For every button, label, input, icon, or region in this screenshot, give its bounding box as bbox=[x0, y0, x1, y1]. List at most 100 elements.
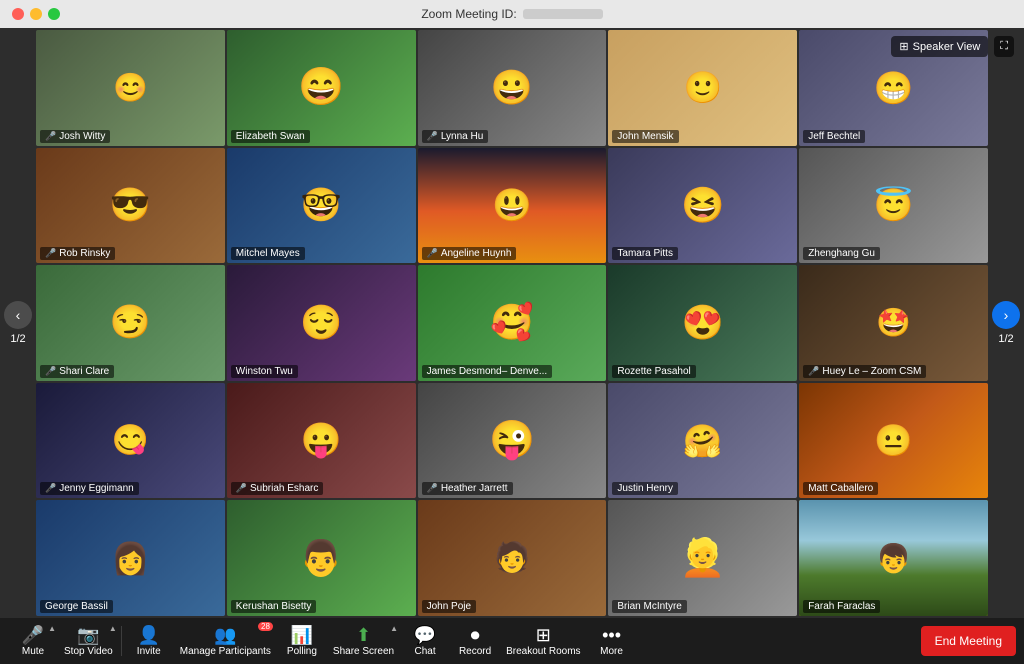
participant-cell[interactable]: 👨Kerushan Bisetty bbox=[227, 500, 416, 616]
participant-cell[interactable]: 😊🎤Josh Witty bbox=[36, 30, 225, 146]
breakout-icon: ⊞ bbox=[536, 626, 551, 644]
video-area: ⊞ Speaker View ⛶ ‹ 1/2 › 1/2 😊🎤Josh Witt… bbox=[0, 28, 1024, 618]
meeting-title: Zoom Meeting ID: bbox=[421, 7, 516, 21]
participant-cell[interactable]: 😜🎤Heather Jarrett bbox=[418, 383, 607, 499]
participant-cell[interactable]: 😌Winston Twu bbox=[227, 265, 416, 381]
record-button[interactable]: ⏺ Record bbox=[450, 622, 500, 661]
top-controls: ⊞ Speaker View ⛶ bbox=[891, 36, 1014, 57]
participant-name: Justin Henry bbox=[612, 482, 678, 495]
speaker-view-icon: ⊞ bbox=[899, 40, 908, 53]
stop-video-button[interactable]: ▲ 📷 Stop Video bbox=[58, 622, 119, 661]
more-label: More bbox=[600, 646, 623, 657]
end-meeting-button[interactable]: End Meeting bbox=[921, 626, 1016, 656]
participant-name: 🎤Josh Witty bbox=[40, 130, 110, 143]
participant-name: Rozette Pasahol bbox=[612, 365, 695, 378]
record-icon: ⏺ bbox=[471, 626, 480, 644]
window-controls[interactable] bbox=[12, 8, 60, 20]
participant-cell[interactable]: 👱Brian McIntyre bbox=[608, 500, 797, 616]
participant-name: George Bassil bbox=[40, 600, 113, 613]
chat-button[interactable]: 💬 Chat bbox=[400, 622, 450, 661]
participant-name: Elizabeth Swan bbox=[231, 130, 310, 143]
participants-badge: 28 bbox=[258, 622, 273, 631]
participant-name: 🎤Huey Le – Zoom CSM bbox=[803, 365, 926, 378]
title-bar: Zoom Meeting ID: bbox=[0, 0, 1024, 28]
participant-cell[interactable]: 😋🎤Jenny Eggimann bbox=[36, 383, 225, 499]
participant-cell[interactable]: 😀🎤Lynna Hu bbox=[418, 30, 607, 146]
chat-label: Chat bbox=[415, 646, 436, 657]
participant-name: Mitchel Mayes bbox=[231, 247, 305, 260]
participant-name: Jeff Bechtel bbox=[803, 130, 865, 143]
share-screen-button[interactable]: ▲ ⬆ Share Screen bbox=[327, 622, 400, 661]
participant-name: 🎤Subriah Esharc bbox=[231, 482, 324, 495]
mute-button[interactable]: ▲ 🎤 Mute bbox=[8, 622, 58, 661]
minimize-button[interactable] bbox=[30, 8, 42, 20]
right-arrow-button[interactable]: › bbox=[992, 301, 1020, 329]
speaker-view-button[interactable]: ⊞ Speaker View bbox=[891, 36, 988, 57]
polling-label: Polling bbox=[287, 646, 317, 657]
close-button[interactable] bbox=[12, 8, 24, 20]
polling-button[interactable]: 📊 Polling bbox=[277, 622, 327, 661]
participant-cell[interactable]: 😎🎤Rob Rinsky bbox=[36, 148, 225, 264]
participant-cell[interactable]: 😃🎤Angeline Huynh bbox=[418, 148, 607, 264]
mute-label: Mute bbox=[22, 646, 44, 657]
speaker-view-label: Speaker View bbox=[913, 41, 981, 53]
manage-participants-button[interactable]: 28 👥 Manage Participants bbox=[174, 622, 277, 661]
title-bar-text: Zoom Meeting ID: bbox=[421, 7, 602, 21]
mute-icon: 🎤 bbox=[22, 626, 44, 644]
stop-video-label: Stop Video bbox=[64, 646, 113, 657]
nav-right-label: 1/2 bbox=[998, 333, 1013, 345]
share-screen-icon: ⬆ bbox=[356, 626, 371, 644]
participant-name: 🎤Lynna Hu bbox=[422, 130, 489, 143]
invite-button[interactable]: 👤 Invite bbox=[124, 622, 174, 661]
mute-chevron: ▲ bbox=[48, 624, 56, 633]
invite-icon: 👤 bbox=[138, 626, 160, 644]
participant-cell[interactable]: 😛🎤Subriah Esharc bbox=[227, 383, 416, 499]
polling-icon: 📊 bbox=[291, 626, 313, 644]
participant-name: John Poje bbox=[422, 600, 476, 613]
breakout-rooms-button[interactable]: ⊞ Breakout Rooms bbox=[500, 622, 586, 661]
nav-arrow-right[interactable]: › 1/2 bbox=[992, 301, 1020, 345]
participant-cell[interactable]: 🤗Justin Henry bbox=[608, 383, 797, 499]
participant-name: Matt Caballero bbox=[803, 482, 878, 495]
participant-cell[interactable]: 😇Zhenghang Gu bbox=[799, 148, 988, 264]
participant-cell[interactable]: 😏🎤Shari Clare bbox=[36, 265, 225, 381]
participant-cell[interactable]: 🧑John Poje bbox=[418, 500, 607, 616]
more-icon: ••• bbox=[602, 626, 621, 644]
participant-name: Winston Twu bbox=[231, 365, 298, 378]
meeting-id-bar bbox=[523, 9, 603, 19]
manage-participants-label: Manage Participants bbox=[180, 646, 271, 657]
participant-cell[interactable]: 😍Rozette Pasahol bbox=[608, 265, 797, 381]
participants-icon: 👥 bbox=[214, 626, 236, 644]
divider-1 bbox=[121, 626, 122, 656]
video-grid: 😊🎤Josh Witty😄Elizabeth Swan😀🎤Lynna Hu🙂Jo… bbox=[0, 28, 1024, 618]
maximize-button[interactable] bbox=[48, 8, 60, 20]
participant-name: Zhenghang Gu bbox=[803, 247, 880, 260]
video-icon: 📷 bbox=[77, 626, 99, 644]
share-screen-label: Share Screen bbox=[333, 646, 394, 657]
chat-icon: 💬 bbox=[414, 626, 436, 644]
participant-name: 🎤Rob Rinsky bbox=[40, 247, 115, 260]
participant-cell[interactable]: 😆Tamara Pitts bbox=[608, 148, 797, 264]
participant-name: John Mensik bbox=[612, 130, 678, 143]
participant-cell[interactable]: 😄Elizabeth Swan bbox=[227, 30, 416, 146]
left-arrow-button[interactable]: ‹ bbox=[4, 301, 32, 329]
participant-cell[interactable]: 🤩🎤Huey Le – Zoom CSM bbox=[799, 265, 988, 381]
more-button[interactable]: ••• More bbox=[587, 622, 637, 661]
record-label: Record bbox=[459, 646, 491, 657]
participant-cell[interactable]: 🤓Mitchel Mayes bbox=[227, 148, 416, 264]
participant-name: 🎤Shari Clare bbox=[40, 365, 114, 378]
breakout-label: Breakout Rooms bbox=[506, 646, 580, 657]
participant-cell[interactable]: 🙂John Mensik bbox=[608, 30, 797, 146]
participant-cell[interactable]: 😐Matt Caballero bbox=[799, 383, 988, 499]
participant-name: Brian McIntyre bbox=[612, 600, 686, 613]
nav-arrow-left[interactable]: ‹ 1/2 bbox=[4, 301, 32, 345]
participant-cell[interactable]: 👩George Bassil bbox=[36, 500, 225, 616]
participant-name: 🎤Heather Jarrett bbox=[422, 482, 513, 495]
participant-cell[interactable]: 👦Farah Faraclas bbox=[799, 500, 988, 616]
participant-name: Kerushan Bisetty bbox=[231, 600, 317, 613]
fullscreen-button[interactable]: ⛶ bbox=[994, 36, 1014, 57]
participant-name: Tamara Pitts bbox=[612, 247, 678, 260]
participant-name: 🎤Jenny Eggimann bbox=[40, 482, 139, 495]
participant-cell[interactable]: 🥰James Desmond– Denve... bbox=[418, 265, 607, 381]
nav-left-label: 1/2 bbox=[10, 333, 25, 345]
